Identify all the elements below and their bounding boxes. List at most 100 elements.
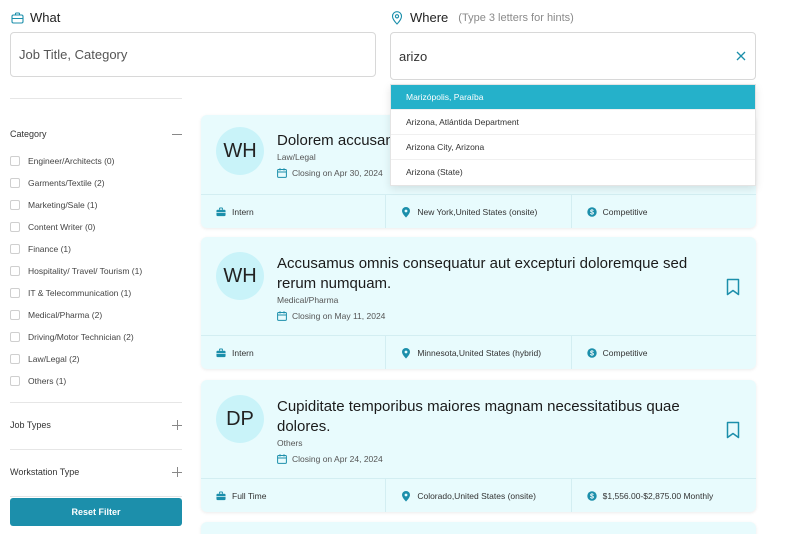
what-input[interactable]: Job Title, Category [10,32,376,77]
category-option-label: Law/Legal (2) [28,354,80,364]
dollar-icon: $ [586,490,597,501]
job-salary-text: Competitive [602,206,648,217]
category-option[interactable]: IT & Telecommunication (1) [10,282,182,304]
checkbox[interactable] [10,310,20,320]
suggestion-item[interactable]: Arizona (State) [391,160,755,185]
category-option[interactable]: Finance (1) [10,238,182,260]
bookmark-icon[interactable] [726,278,740,296]
location-suggestions: Marizópolis, Paraíba Arizona, Atlántida … [390,84,756,186]
checkbox[interactable] [10,200,20,210]
map-pin-icon [401,206,411,217]
job-salary: $ Competitive [572,336,756,369]
company-avatar: DP [216,395,264,443]
svg-text:$: $ [590,350,594,357]
job-card-partial[interactable] [201,522,756,534]
job-card[interactable]: DP Cupiditate temporibus maiores magnam … [201,380,756,512]
category-option-label: IT & Telecommunication (1) [28,288,132,298]
category-option[interactable]: Others (1) [10,370,182,392]
divider [10,449,182,450]
where-hint: (Type 3 letters for hints) [458,11,574,24]
suggestion-item[interactable]: Arizona City, Arizona [391,135,755,160]
closing-date: Closing on Apr 24, 2024 [277,454,383,464]
category-option[interactable]: Driving/Motor Technician (2) [10,326,182,348]
close-icon[interactable] [735,50,747,62]
where-label-group: Where (Type 3 letters for hints) [390,10,574,25]
closing-date-text: Closing on Apr 30, 2024 [292,168,383,178]
job-location-text: Colorado,United States (onsite) [417,490,536,501]
category-option-label: Medical/Pharma (2) [28,310,103,320]
job-type: Full Time [201,479,387,512]
closing-date: Closing on Apr 30, 2024 [277,168,383,178]
checkbox[interactable] [10,156,20,166]
category-title: Category [10,129,47,139]
category-list: Engineer/Architects (0) Garments/Textile… [10,150,182,392]
workstation-section-header[interactable]: Workstation Type [10,454,182,490]
bookmark-icon[interactable] [726,421,740,439]
collapse-icon[interactable] [172,129,182,139]
expand-icon[interactable] [172,420,182,430]
category-option-label: Marketing/Sale (1) [28,200,98,210]
calendar-icon [277,454,287,464]
category-option[interactable]: Medical/Pharma (2) [10,304,182,326]
where-label: Where [410,10,449,25]
divider [10,402,182,403]
category-option[interactable]: Law/Legal (2) [10,348,182,370]
category-option-label: Garments/Textile (2) [28,178,105,188]
briefcase-icon [216,348,226,358]
suggestion-item[interactable]: Arizona, Atlántida Department [391,110,755,135]
job-salary-text: $1,556.00-$2,875.00 Monthly [602,490,714,501]
job-salary-text: Competitive [602,347,648,358]
svg-text:$: $ [590,493,594,500]
calendar-icon [277,168,287,178]
checkbox[interactable] [10,244,20,254]
category-option-label: Content Writer (0) [28,222,96,232]
category-section-header[interactable]: Category [10,118,182,150]
company-avatar: WH [216,252,264,300]
map-pin-icon [401,490,411,501]
map-pin-icon [390,10,404,25]
expand-icon[interactable] [172,467,182,477]
suggestion-item[interactable]: Marizópolis, Paraíba [391,85,755,110]
job-card[interactable]: WH Accusamus omnis consequatur aut excep… [201,237,756,369]
company-avatar: WH [216,127,264,175]
job-types-title: Job Types [10,420,51,430]
category-option[interactable]: Engineer/Architects (0) [10,150,182,172]
what-placeholder: Job Title, Category [19,47,128,62]
job-title[interactable]: Cupiditate temporibus maiores magnam nec… [277,397,707,437]
checkbox[interactable] [10,222,20,232]
job-types-section-header[interactable]: Job Types [10,407,182,443]
where-input[interactable]: arizo [390,32,756,80]
checkbox[interactable] [10,376,20,386]
what-label: What [30,10,61,25]
dollar-icon: $ [586,206,597,217]
checkbox[interactable] [10,332,20,342]
checkbox[interactable] [10,288,20,298]
category-option[interactable]: Marketing/Sale (1) [10,194,182,216]
category-option[interactable]: Hospitality/ Travel/ Tourism (1) [10,260,182,282]
category-option[interactable]: Garments/Textile (2) [10,172,182,194]
job-type: Intern [201,195,387,228]
category-option-label: Others (1) [28,376,67,386]
job-location: Minnesota,United States (hybrid) [386,336,572,369]
job-type: Intern [201,336,387,369]
category-option-label: Hospitality/ Travel/ Tourism (1) [28,266,143,276]
checkbox[interactable] [10,354,20,364]
job-location: Colorado,United States (onsite) [386,479,572,512]
map-pin-icon [401,347,411,358]
category-option[interactable]: Content Writer (0) [10,216,182,238]
checkbox[interactable] [10,178,20,188]
briefcase-icon [216,207,226,217]
job-title[interactable]: Accusamus omnis consequatur aut exceptur… [277,254,707,294]
job-location-text: Minnesota,United States (hybrid) [417,347,542,358]
reset-filter-button[interactable]: Reset Filter [10,498,182,526]
category-option-label: Finance (1) [28,244,71,254]
job-category: Medical/Pharma [277,295,339,305]
filter-sidebar: Category Engineer/Architects (0) Garment… [10,118,182,501]
what-label-group: What [10,10,60,25]
job-meta-row: Full Time Colorado,United States (onsite… [201,478,756,512]
job-type-text: Intern [232,347,254,358]
checkbox[interactable] [10,266,20,276]
job-category: Law/Legal [277,152,316,162]
job-meta-row: Intern New York,United States (onsite) $… [201,194,756,228]
closing-date-text: Closing on May 11, 2024 [292,311,386,321]
